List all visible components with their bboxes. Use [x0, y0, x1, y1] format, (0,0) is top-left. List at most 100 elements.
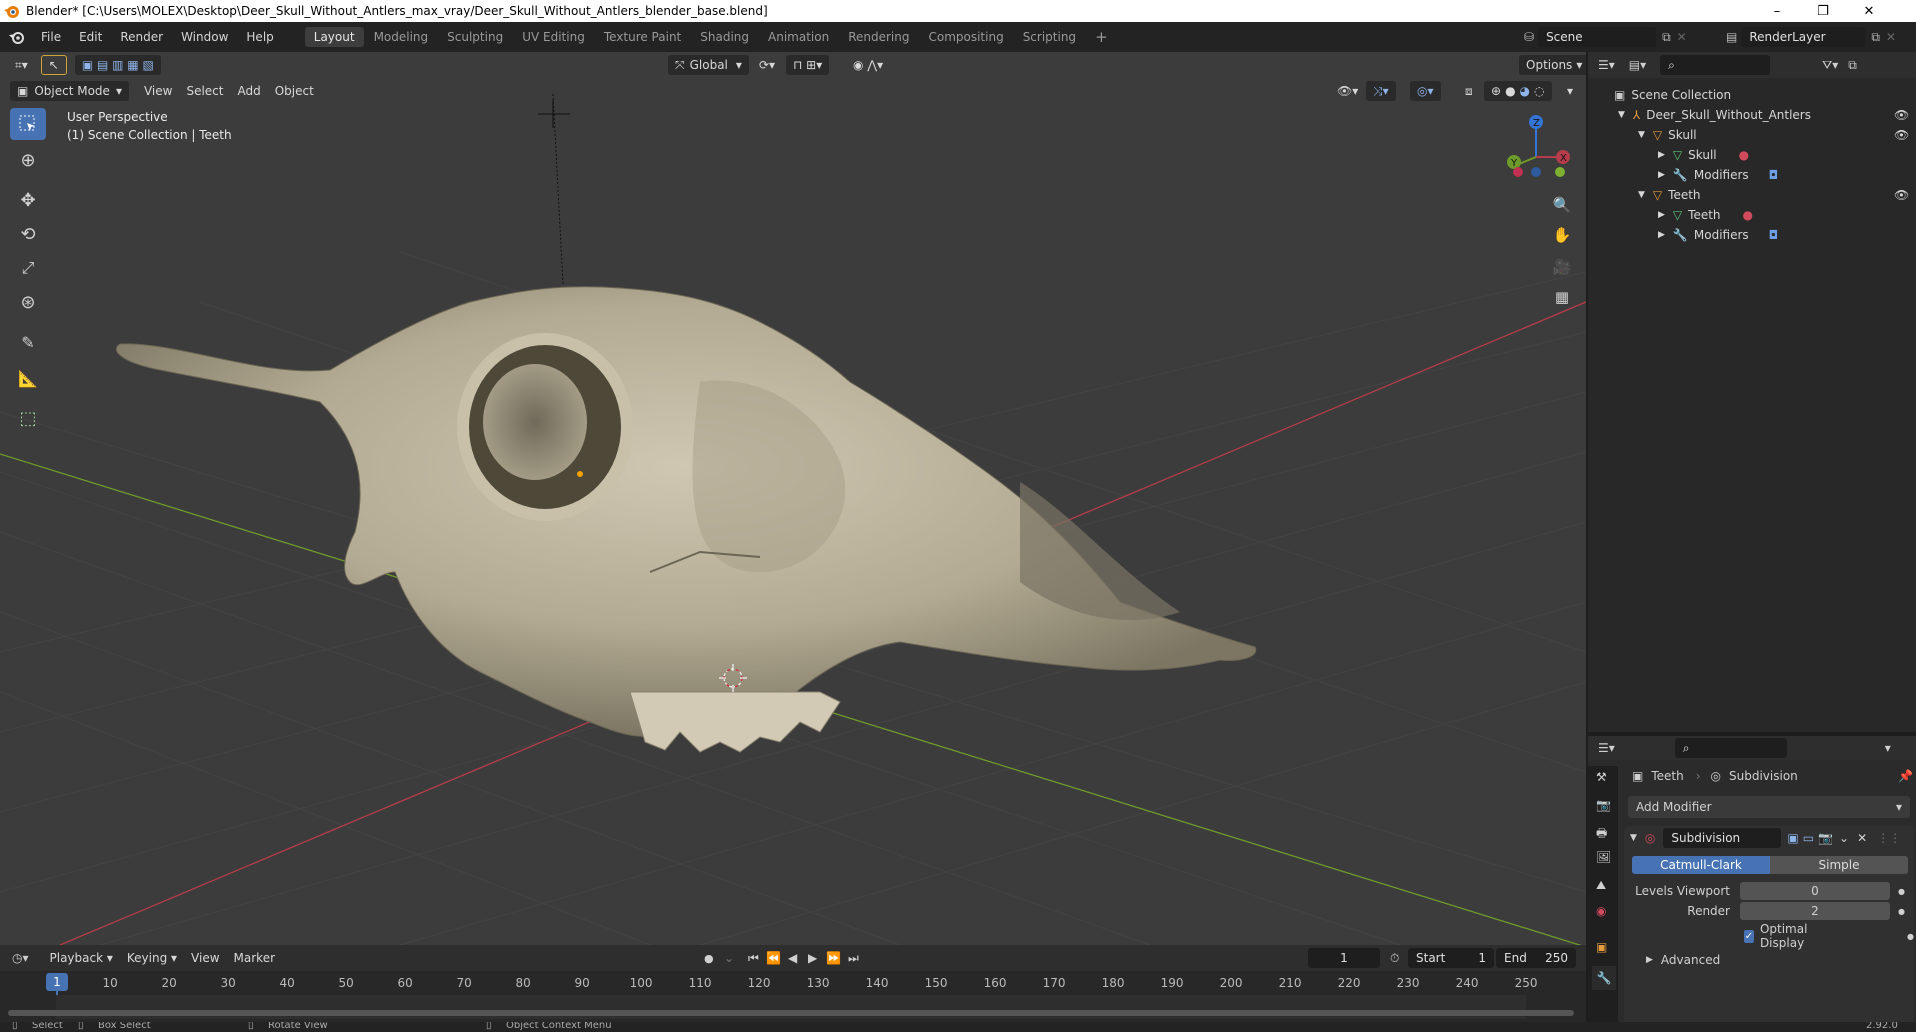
menu-edit[interactable]: Edit — [70, 30, 111, 44]
outliner-row-teeth-object[interactable]: ▼ ▽ Teeth 👁 — [1588, 185, 1916, 205]
material-icon[interactable]: ● — [1739, 148, 1749, 162]
timeline-type-icon[interactable]: ◷▾ — [12, 951, 29, 965]
close-window-button[interactable]: ✕ — [1846, 0, 1892, 22]
play-icon[interactable]: ▶ — [808, 951, 817, 965]
ortho-toggle-button[interactable]: ▦ — [1548, 284, 1576, 310]
menu-object[interactable]: Object — [268, 81, 321, 101]
delete-layer-icon[interactable]: ✕ — [1886, 30, 1896, 44]
keyframe-dot-icon[interactable]: ● — [1898, 907, 1905, 916]
properties-type-icon[interactable]: ☰▾ — [1598, 741, 1615, 755]
playhead[interactable]: 1 — [46, 973, 68, 991]
frame-ruler[interactable]: 10 20 30 40 50 60 70 80 90 100 110 120 130 140 150 160 1… — [0, 973, 1586, 995]
simple-button[interactable]: Simple — [1770, 856, 1908, 874]
menu-window[interactable]: Window — [172, 30, 237, 44]
record-icon[interactable]: ● — [704, 952, 714, 965]
rendered-shading-icon[interactable]: ◌ — [1534, 84, 1544, 98]
outliner-row-deer-skull[interactable]: ▼ ⅄ Deer_Skull_Without_Antlers 👁 — [1588, 105, 1916, 125]
outliner-row-scene-collection[interactable]: ▣ Scene Collection — [1588, 85, 1916, 105]
tool-tab-icon[interactable]: ⚒ — [1596, 770, 1607, 784]
collapse-icon[interactable]: ▶ — [1658, 170, 1665, 180]
minimize-button[interactable]: – — [1754, 0, 1800, 22]
menu-render[interactable]: Render — [111, 30, 172, 44]
solid-shading-icon[interactable]: ● — [1505, 84, 1515, 98]
xray-icon[interactable]: ⧈ — [1458, 81, 1480, 101]
subdivision-icon[interactable]: ◘ — [1769, 168, 1779, 182]
tab-sculpting[interactable]: Sculpting — [438, 27, 512, 47]
render-layer-selector[interactable]: RenderLayer — [1741, 27, 1866, 47]
scene-tab-icon[interactable]: ⛰ — [1596, 878, 1606, 893]
menu-timeline-view[interactable]: View — [184, 948, 226, 968]
output-tab-icon[interactable]: 🖶 — [1596, 824, 1607, 845]
new-scene-icon[interactable]: ⧉ — [1662, 30, 1671, 45]
display-mode-icon[interactable]: ▤▾ — [1629, 58, 1646, 72]
expand-icon[interactable]: ▶ — [1646, 955, 1653, 965]
pan-view-button[interactable]: ✋ — [1548, 222, 1576, 248]
transform-orientation-dropdown[interactable]: ⤧ Global ▾ — [668, 55, 749, 75]
properties-options-icon[interactable]: ▾ — [1885, 741, 1891, 755]
start-frame-field[interactable]: Start 1 — [1408, 948, 1494, 968]
render-toggle-icon[interactable]: 📷 — [1818, 831, 1833, 845]
menu-keying[interactable]: Keying ▾ — [120, 948, 184, 968]
expand-icon[interactable]: ▼ — [1618, 110, 1625, 120]
outliner-row-skull-object[interactable]: ▼ ▽ Skull 👁 — [1588, 125, 1916, 145]
maximize-button[interactable]: ❐ — [1800, 0, 1846, 22]
material-shading-icon[interactable]: ◕ — [1520, 84, 1530, 98]
end-frame-field[interactable]: End 250 — [1496, 948, 1576, 968]
editor-type-icon[interactable]: ⌗▾ — [8, 55, 35, 75]
tab-layout[interactable]: Layout — [304, 27, 364, 47]
tab-rendering[interactable]: Rendering — [839, 27, 918, 47]
edit-mode-toggle-icon[interactable]: ▣ — [1787, 831, 1798, 845]
advanced-subpanel[interactable]: ▶ Advanced — [1624, 950, 1914, 970]
viewport-toggle-icon[interactable]: ▭ — [1803, 831, 1814, 845]
menu-add[interactable]: Add — [230, 81, 267, 101]
outliner-type-icon[interactable]: ☰▾ — [1598, 58, 1615, 72]
tool-annotate[interactable]: ✎ — [10, 326, 46, 358]
shading-options-icon[interactable]: ▾ — [1560, 81, 1580, 101]
tool-select-box[interactable] — [10, 108, 46, 140]
modifier-name-input[interactable]: Subdivision — [1663, 828, 1782, 848]
select-mode-group[interactable]: ▣ ▤ ▥ ▦ ▧ — [74, 55, 161, 75]
render-levels-field[interactable]: 2 — [1740, 902, 1890, 920]
record-options-icon[interactable]: ⌄ — [724, 951, 734, 965]
levels-viewport-field[interactable]: 0 — [1740, 882, 1890, 900]
new-collection-icon[interactable]: ⧉ — [1848, 58, 1857, 73]
panel-collapse-icon[interactable]: ▼ — [1630, 833, 1637, 843]
tab-modeling[interactable]: Modeling — [365, 27, 438, 47]
collapse-icon[interactable]: ▶ — [1658, 230, 1665, 240]
catmull-clark-button[interactable]: Catmull-Clark — [1632, 856, 1770, 874]
gizmo-toggle-icon[interactable]: ⤨▾ — [1366, 81, 1396, 101]
object-tab-icon[interactable]: ▣ — [1596, 940, 1607, 954]
optimal-display-checkbox[interactable]: ✓ — [1744, 929, 1754, 943]
prev-keyframe-icon[interactable]: ⏪ — [766, 951, 781, 965]
shading-modes[interactable]: ⊕ ● ◕ ◌ — [1484, 81, 1552, 101]
navigation-gizmo[interactable]: Z X Y — [1496, 112, 1576, 202]
expand-icon[interactable]: ▼ — [1638, 130, 1645, 140]
add-modifier-dropdown[interactable]: Add Modifier ▾ — [1628, 796, 1910, 818]
new-layer-icon[interactable]: ⧉ — [1871, 30, 1880, 45]
tab-animation[interactable]: Animation — [759, 27, 838, 47]
tab-uv-editing[interactable]: UV Editing — [513, 27, 594, 47]
material-icon[interactable]: ● — [1743, 208, 1753, 222]
menu-playback[interactable]: Playback ▾ — [43, 948, 120, 968]
keyframe-dot-icon[interactable]: ● — [1907, 932, 1914, 941]
overlay-toggle-icon[interactable]: ◎▾ — [1410, 81, 1441, 101]
camera-view-button[interactable]: 🎥 — [1548, 254, 1576, 280]
view-layer-tab-icon[interactable]: 🖼 — [1596, 850, 1611, 864]
world-tab-icon[interactable]: ◉ — [1596, 904, 1606, 918]
visibility-icon[interactable]: 👁▾ — [1330, 81, 1365, 101]
tab-texture-paint[interactable]: Texture Paint — [595, 27, 690, 47]
menu-help[interactable]: Help — [237, 30, 282, 44]
render-layer-icon[interactable]: ▤ — [1726, 30, 1737, 44]
play-reverse-icon[interactable]: ◀ — [788, 951, 797, 965]
remove-modifier-icon[interactable]: ✕ — [1857, 831, 1867, 845]
menu-marker[interactable]: Marker — [227, 948, 282, 968]
expand-icon[interactable]: ▼ — [1638, 190, 1645, 200]
eye-icon[interactable]: 👁 — [1894, 188, 1909, 202]
select-tool-icon[interactable]: ↖ — [40, 55, 67, 75]
tab-scripting[interactable]: Scripting — [1014, 27, 1085, 47]
drag-handle-icon[interactable]: ⋮⋮ — [1877, 831, 1901, 845]
menu-select[interactable]: Select — [179, 81, 230, 101]
properties-search-input[interactable]: ⌕ — [1674, 738, 1787, 758]
tool-cursor[interactable]: ⊕ — [10, 144, 46, 176]
modifier-tab-icon[interactable]: 🔧 — [1592, 966, 1616, 990]
